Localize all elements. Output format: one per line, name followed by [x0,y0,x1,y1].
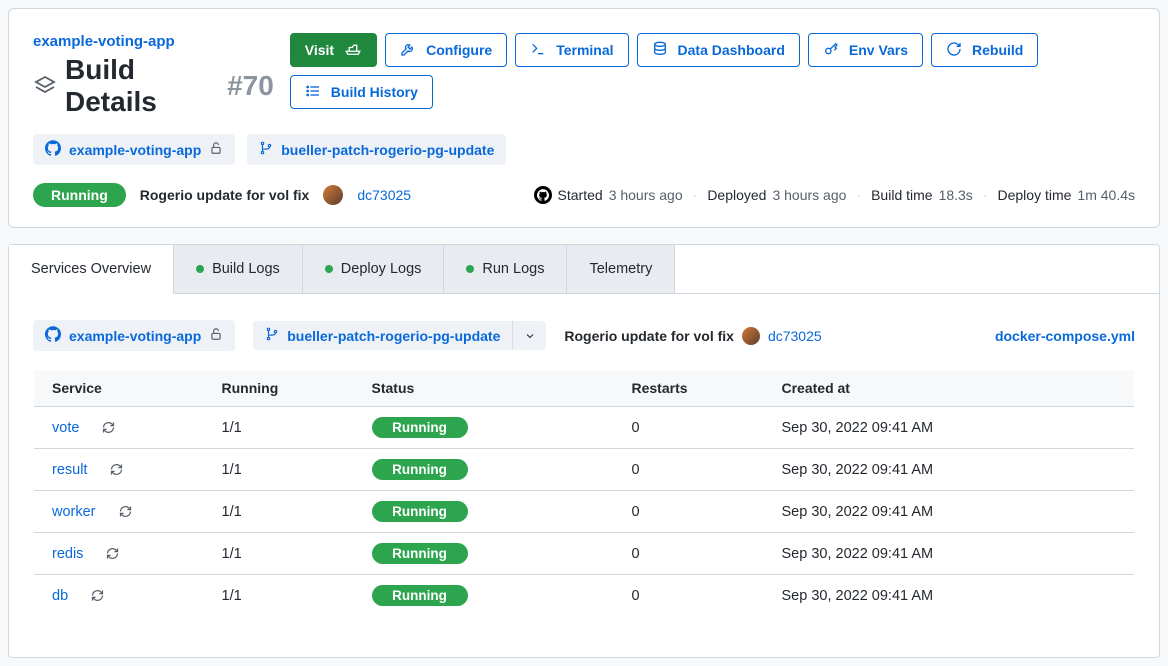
filter-row: example-voting-app bueller-patch-rogerio… [33,320,1135,351]
th-running: Running [204,370,354,407]
build-header-card: example-voting-app Build Details #70 Vis… [8,8,1160,228]
branch-icon [259,141,273,158]
cell-created: Sep 30, 2022 09:41 AM [764,533,1135,575]
cell-created: Sep 30, 2022 09:41 AM [764,575,1135,617]
wrench-icon [400,41,416,60]
cell-running: 1/1 [204,449,354,491]
status-dot-icon [196,265,204,273]
cell-restarts: 0 [614,575,764,617]
branch-pill[interactable]: bueller-patch-rogerio-pg-update [247,134,506,165]
status-pill: Running [372,417,468,438]
sync-icon[interactable] [90,588,105,603]
refresh-icon [946,41,962,60]
github-avatar-icon [534,186,552,204]
sync-icon[interactable] [118,504,133,519]
th-created: Created at [764,370,1135,407]
repo-pill[interactable]: example-voting-app [33,134,235,165]
configure-button[interactable]: Configure [385,33,507,67]
cell-restarts: 0 [614,407,764,449]
tab-run-logs[interactable]: Run Logs [444,245,567,293]
ship-icon [344,42,362,59]
cell-created: Sep 30, 2022 09:41 AM [764,491,1135,533]
th-restarts: Restarts [614,370,764,407]
cell-restarts: 0 [614,449,764,491]
action-bar: Visit Configure Terminal [290,33,1135,109]
unlock-icon [209,327,223,344]
cell-created: Sep 30, 2022 09:41 AM [764,407,1135,449]
filter-commit-hash-link[interactable]: dc73025 [768,328,822,344]
env-vars-button[interactable]: Env Vars [808,33,923,67]
tab-services-overview[interactable]: Services Overview [9,245,174,293]
database-icon [652,41,668,60]
github-icon [45,326,61,345]
service-link[interactable]: redis [52,546,83,562]
cell-restarts: 0 [614,491,764,533]
status-pill: Running [372,501,468,522]
sync-icon[interactable] [109,462,124,477]
unlock-icon [209,141,223,158]
meta-row: Running Rogerio update for vol fix dc730… [33,183,1135,207]
tab-deploy-logs[interactable]: Deploy Logs [303,245,445,293]
visit-button[interactable]: Visit [290,33,377,67]
service-link[interactable]: db [52,588,68,604]
list-icon [305,83,321,102]
data-dashboard-button[interactable]: Data Dashboard [637,33,800,67]
github-icon [45,140,61,159]
terminal-icon [530,41,546,60]
services-table: Service Running Status Restarts Created … [33,369,1135,617]
app-link[interactable]: example-voting-app [33,33,175,50]
table-row: result 1/1 Running 0Sep 30, 2022 09:41 AM [34,449,1135,491]
timing-info: Started 3 hours ago · Deployed3 hours ag… [534,186,1135,204]
title-block: example-voting-app Build Details #70 [33,33,274,118]
tab-build-logs[interactable]: Build Logs [174,245,303,293]
terminal-button[interactable]: Terminal [515,33,628,67]
build-history-button[interactable]: Build History [290,75,433,109]
cell-running: 1/1 [204,491,354,533]
title-text: Build Details [65,54,219,118]
status-dot-icon [466,265,474,273]
cell-created: Sep 30, 2022 09:41 AM [764,449,1135,491]
table-row: db 1/1 Running 0Sep 30, 2022 09:41 AM [34,575,1135,617]
page-title: Build Details #70 [33,54,274,118]
service-link[interactable]: result [52,462,87,478]
services-card: Services Overview Build Logs Deploy Logs… [8,244,1160,658]
layers-icon [33,74,57,98]
tab-bar: Services Overview Build Logs Deploy Logs… [9,245,1159,294]
author-avatar [742,327,760,345]
commit-message: Rogerio update for vol fix [140,187,310,203]
service-link[interactable]: vote [52,420,79,436]
cell-running: 1/1 [204,533,354,575]
build-number: #70 [227,70,274,102]
tab-telemetry[interactable]: Telemetry [567,245,675,293]
service-link[interactable]: worker [52,504,96,520]
author-avatar [323,185,343,205]
status-badge: Running [33,183,126,207]
th-service: Service [34,370,204,407]
table-row: redis 1/1 Running 0Sep 30, 2022 09:41 AM [34,533,1135,575]
sync-icon[interactable] [101,420,116,435]
chevron-down-icon[interactable] [512,321,546,350]
status-pill: Running [372,459,468,480]
table-row: vote 1/1 Running 0Sep 30, 2022 09:41 AM [34,407,1135,449]
key-icon [823,41,839,60]
status-pill: Running [372,543,468,564]
branch-icon [265,327,279,344]
sync-icon[interactable] [105,546,120,561]
rebuild-button[interactable]: Rebuild [931,33,1038,67]
th-status: Status [354,370,614,407]
status-dot-icon [325,265,333,273]
repo-branch-row: example-voting-app bueller-patch-rogerio… [33,134,1135,165]
status-pill: Running [372,585,468,606]
cell-running: 1/1 [204,407,354,449]
commit-hash-link[interactable]: dc73025 [357,187,411,203]
filter-branch-select[interactable]: bueller-patch-rogerio-pg-update [253,321,546,350]
cell-running: 1/1 [204,575,354,617]
filter-commit-info: Rogerio update for vol fix dc73025 [564,327,821,345]
filter-repo-pill[interactable]: example-voting-app [33,320,235,351]
table-row: worker 1/1 Running 0Sep 30, 2022 09:41 AM [34,491,1135,533]
cell-restarts: 0 [614,533,764,575]
compose-file-link[interactable]: docker-compose.yml [995,328,1135,344]
